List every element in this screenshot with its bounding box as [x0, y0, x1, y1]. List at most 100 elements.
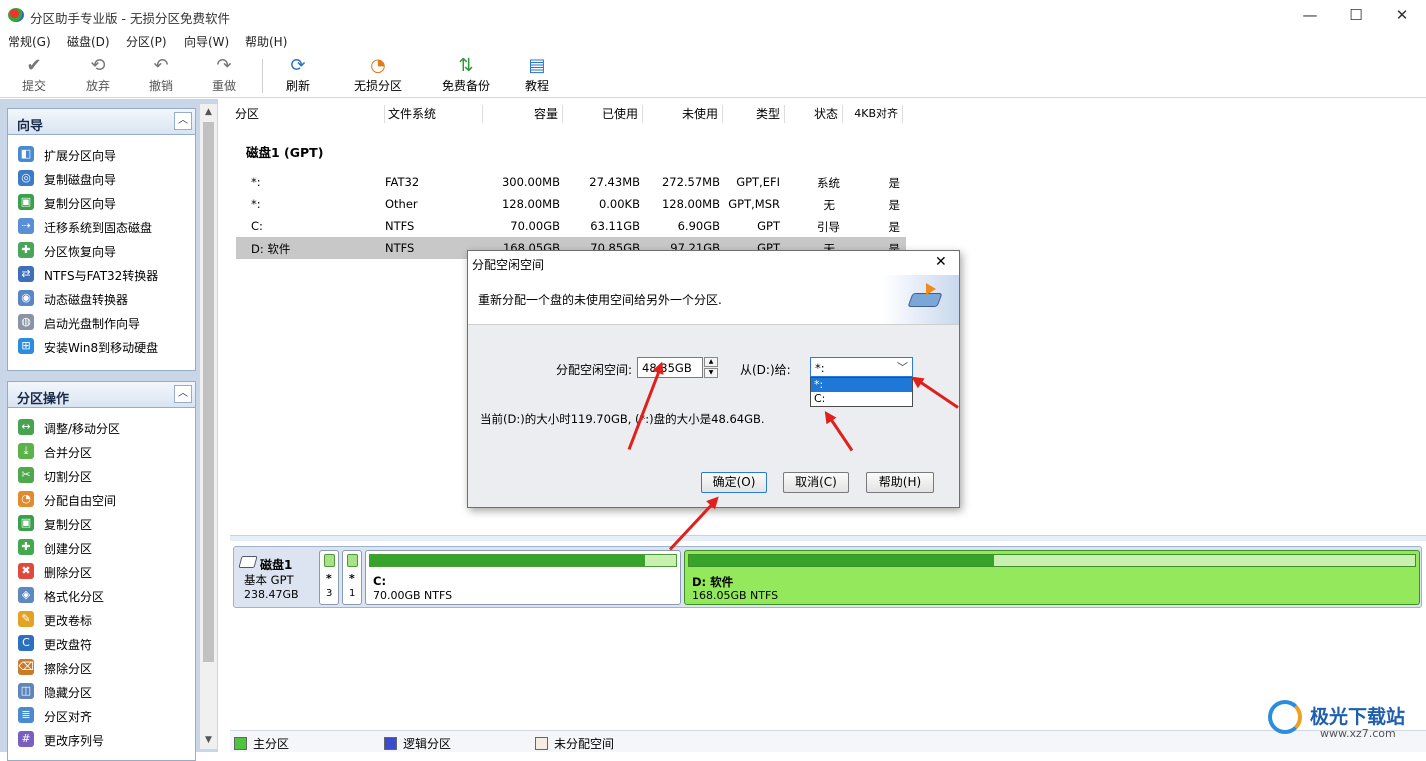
disk-size: 238.47GB [244, 588, 299, 601]
align-icon: ≣ [18, 707, 34, 723]
backup-button[interactable]: ⇅ 免费备份 [436, 53, 496, 95]
table-row[interactable]: C: NTFS 70.00GB 63.11GB 6.90GB GPT 引导 是 [236, 215, 906, 237]
toolbar: ✔ 提交 ⟲ 放弃 ↶ 撤销 ↷ 重做 ⟳ 刷新 ◔ 无损分区 ⇅ 免费备份 ▤… [0, 51, 1426, 98]
help-button[interactable]: 帮助(H) [866, 472, 934, 493]
d-usage-fill [689, 555, 994, 566]
resize-partition-label: 无损分区 [353, 79, 402, 93]
minimize-button[interactable]: — [1287, 0, 1333, 31]
collapse-up-icon[interactable]: ︿ [174, 385, 192, 403]
ops-panel-title: 分区操作 [8, 382, 195, 408]
disk-header: 磁盘1 (GPT) [246, 145, 324, 160]
discard-label: 放弃 [85, 79, 110, 93]
left-scrollbar[interactable]: ▲ ▼ [200, 104, 217, 749]
spin-down-icon[interactable]: ▼ [704, 368, 718, 378]
commit-button[interactable]: ✔ 提交 [14, 53, 54, 95]
cd-icon: ◍ [18, 314, 34, 330]
table-row[interactable]: *: Other 128.00MB 0.00KB 128.00MB GPT,MS… [236, 193, 906, 215]
extend-icon: ◧ [18, 146, 34, 162]
refresh-button[interactable]: ⟳ 刷新 [278, 53, 318, 95]
maximize-button[interactable]: ☐ [1333, 0, 1379, 31]
close-button[interactable]: ✕ [1379, 0, 1425, 31]
drive-letter-icon: C [18, 635, 34, 651]
size-label: 分配空闲空间: [556, 363, 633, 377]
create-icon: ✚ [18, 539, 34, 555]
collapse-up-icon[interactable]: ︿ [174, 112, 192, 130]
c-usage-bar [369, 554, 677, 567]
col-filesystem[interactable]: 文件系统 [385, 105, 483, 123]
tutorial-label: 教程 [524, 79, 549, 93]
d-partition-block[interactable]: D: 软件 168.05GB NTFS [684, 550, 1420, 605]
menu-bar: 常规(G) 磁盘(D) 分区(P) 向导(W) 帮助(H) [0, 31, 1426, 51]
logical-swatch-icon [384, 737, 397, 750]
c-usage-fill [370, 555, 646, 566]
tutorial-icon: ▤ [528, 55, 546, 76]
watermark-logo-icon [1268, 700, 1302, 734]
disk-icon [238, 556, 258, 568]
menu-partition[interactable]: 分区(P) [126, 33, 167, 50]
dropdown-option[interactable]: *: [811, 378, 912, 392]
disk-map-bar: 磁盘1 基本 GPT 238.47GB * 3 * 1 C: 70.00GB N… [233, 546, 1422, 608]
scroll-thumb[interactable] [203, 122, 214, 662]
dynamic-disk-icon: ◉ [18, 290, 34, 306]
c-partition-info: 70.00GB NTFS [373, 589, 453, 602]
col-status[interactable]: 状态 [785, 105, 843, 123]
check-icon: ✔ [26, 55, 42, 76]
c-partition-block[interactable]: C: 70.00GB NTFS [365, 550, 681, 605]
cancel-button[interactable]: 取消(C) [783, 472, 849, 493]
size-input[interactable]: 48.35GB [637, 357, 703, 378]
dialog-header-art [882, 275, 959, 324]
dialog-close-icon[interactable]: ✕ [935, 254, 947, 270]
dialog-titlebar: 分配空闲空间 ✕ [468, 251, 959, 275]
wipe-icon: ⌫ [18, 659, 34, 675]
partition-icon: ◔ [370, 55, 386, 76]
menu-disk[interactable]: 磁盘(D) [67, 33, 110, 50]
col-unused[interactable]: 未使用 [643, 105, 723, 123]
col-used[interactable]: 已使用 [563, 105, 643, 123]
size-info: 当前(D:)的大小时119.70GB, (*:)盘的大小是48.64GB. [480, 412, 765, 426]
spin-up-icon[interactable]: ▲ [704, 357, 718, 367]
col-partition[interactable]: 分区 [235, 105, 385, 123]
d-usage-bar [688, 554, 1416, 567]
dropdown-option[interactable]: C: [811, 392, 912, 406]
menu-help[interactable]: 帮助(H) [245, 33, 287, 50]
undo-icon: ↶ [153, 55, 169, 76]
menu-general[interactable]: 常规(G) [8, 33, 51, 50]
source-dropdown-list: *: C: [810, 377, 913, 407]
toolbar-separator [262, 59, 263, 93]
hide-icon: ◫ [18, 683, 34, 699]
msr-partition-block[interactable]: * 1 [342, 550, 362, 605]
allocate-space-dialog: 分配空闲空间 ✕ 重新分配一个盘的未使用空间给另外一个分区. 分配空闲空间: 4… [467, 250, 960, 508]
refresh-icon: ⟳ [290, 55, 306, 76]
discard-button[interactable]: ⟲ 放弃 [78, 53, 118, 95]
from-label: 从(D:)给: [740, 363, 791, 377]
source-select-value: *: [815, 361, 825, 375]
scroll-down-icon[interactable]: ▼ [200, 732, 217, 749]
title-bar: 分区助手专业版 - 无损分区免费软件 — ☐ ✕ [0, 0, 1426, 31]
source-select[interactable]: *: ﹀ [810, 357, 913, 377]
dialog-title: 分配空闲空间 [472, 258, 545, 272]
partition-bar [347, 554, 358, 567]
menu-wizard[interactable]: 向导(W) [184, 33, 229, 50]
copy-disk-icon: ◎ [18, 170, 34, 186]
chevron-down-icon: ﹀ [897, 361, 908, 374]
d-partition-name: D: 软件 [692, 575, 734, 589]
split-icon: ✂ [18, 467, 34, 483]
resize-partition-button[interactable]: ◔ 无损分区 [348, 53, 408, 95]
wizard-panel: 向导 ︿ ◧ 扩展分区向导 ◎ 复制磁盘向导 ▣ 复制分区向导 ⇢ 迁移系统到固态磁盘 … [7, 108, 196, 371]
commit-label: 提交 [21, 79, 46, 93]
undo-button[interactable]: ↶ 撤销 [141, 53, 181, 95]
ok-button[interactable]: 确定(O) [701, 472, 767, 493]
migrate-icon: ⇢ [18, 218, 34, 234]
efi-partition-block[interactable]: * 3 [319, 550, 339, 605]
col-4k[interactable]: 4KB对齐 [843, 105, 903, 123]
col-capacity[interactable]: 容量 [483, 105, 563, 123]
d-partition-info: 168.05GB NTFS [692, 589, 779, 602]
scroll-up-icon[interactable]: ▲ [200, 104, 217, 121]
redo-button[interactable]: ↷ 重做 [204, 53, 244, 95]
col-type[interactable]: 类型 [723, 105, 785, 123]
legend-primary: 主分区 [234, 735, 289, 752]
table-row[interactable]: *: FAT32 300.00MB 27.43MB 272.57MB GPT,E… [236, 171, 906, 193]
tutorial-button[interactable]: ▤ 教程 [517, 53, 557, 95]
partition-bar [324, 554, 335, 567]
redo-label: 重做 [211, 79, 236, 93]
